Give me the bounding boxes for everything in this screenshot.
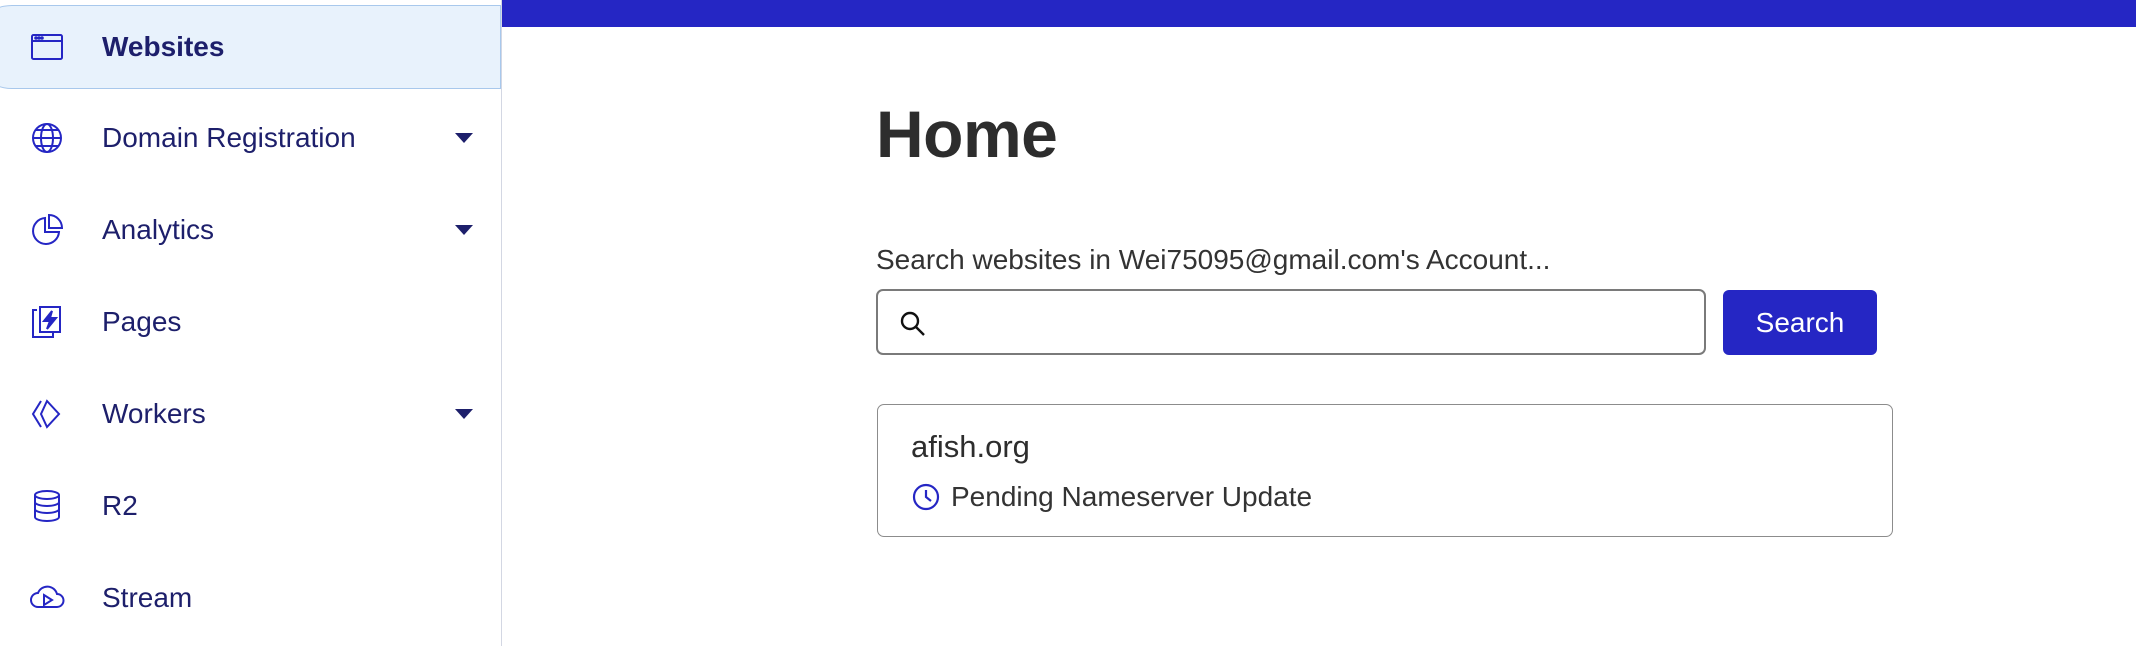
search-box[interactable] [876,289,1706,355]
site-status-text: Pending Nameserver Update [951,481,1313,512]
chevron-down-icon[interactable] [455,409,473,419]
sidebar-item-label: R2 [102,490,138,521]
page-title: Home [876,97,1058,171]
sidebar-item-workers[interactable]: Workers [0,372,501,456]
sidebar-item-pages[interactable]: Pages [0,280,501,364]
sidebar-item-label: Pages [102,306,182,337]
pages-lightning-icon [28,303,66,341]
clock-icon [912,483,940,511]
sidebar-item-label: Analytics [102,214,215,245]
app-root: Websites Domain Registration Analytics P… [0,0,2136,646]
chevron-down-icon[interactable] [455,133,473,143]
site-status: Pending Nameserver Update [911,481,1312,513]
sidebar: Websites Domain Registration Analytics P… [0,0,502,646]
sidebar-item-label: Stream [102,582,193,613]
sidebar-item-label: Workers [102,398,206,429]
site-card[interactable]: afish.org Pending Nameserver Update [877,404,1893,537]
sidebar-item-analytics[interactable]: Analytics [0,188,501,272]
sidebar-item-label: Websites [102,31,225,62]
globe-www-icon [28,119,66,157]
search-button[interactable]: Search [1723,290,1877,355]
top-accent-bar [502,0,2136,27]
search-label: Search websites in Wei75095@gmail.com's … [876,244,1551,275]
search-icon [900,311,925,336]
sidebar-item-domain-registration[interactable]: Domain Registration [0,96,501,180]
sidebar-item-stream[interactable]: Stream [0,556,501,640]
chevron-down-icon[interactable] [455,225,473,235]
sidebar-item-websites[interactable]: Websites [0,5,501,89]
pie-chart-icon [28,211,66,249]
browser-window-icon [28,28,66,66]
database-icon [28,487,66,525]
site-name[interactable]: afish.org [911,429,1030,465]
search-input[interactable] [942,291,1682,353]
workers-diamond-icon [28,395,66,433]
sidebar-item-label: Domain Registration [102,122,356,153]
cloud-play-icon [28,579,66,617]
sidebar-item-r2[interactable]: R2 [0,464,501,548]
